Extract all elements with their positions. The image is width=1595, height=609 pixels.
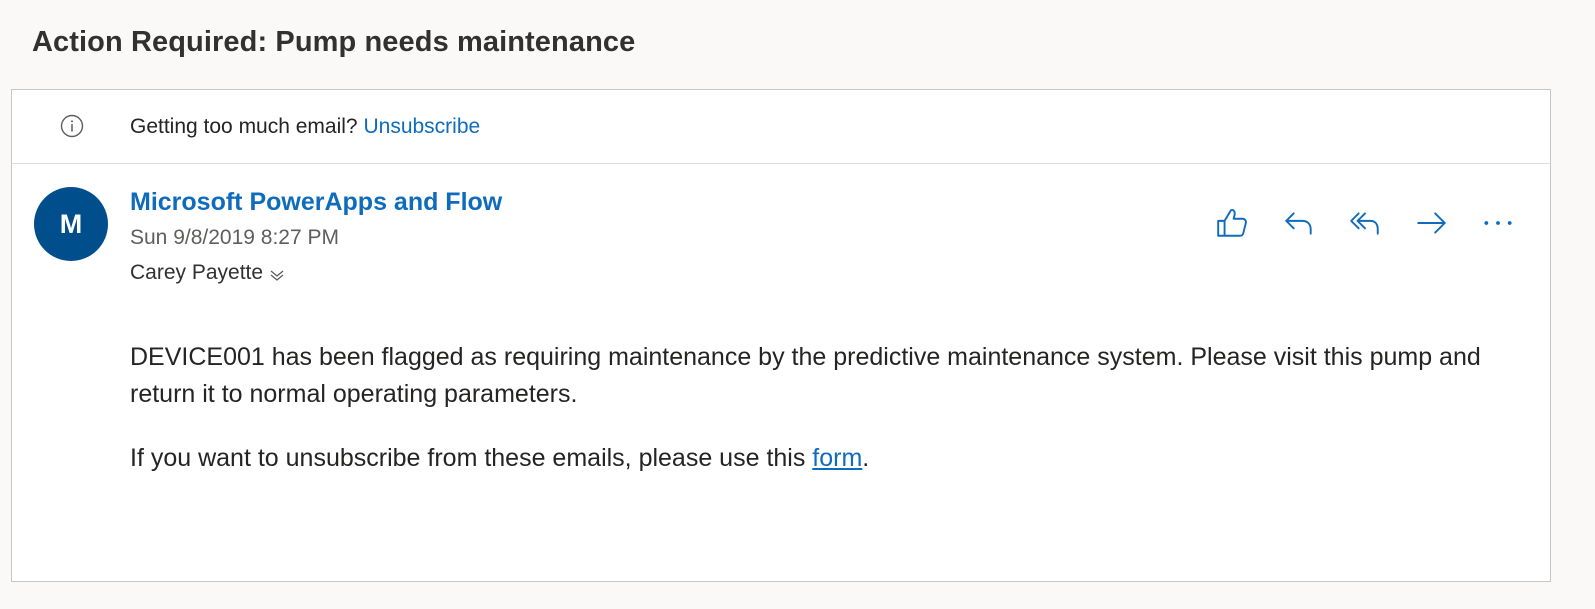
info-bar-message: Getting too much email? Unsubscribe bbox=[130, 115, 480, 139]
like-button[interactable] bbox=[1210, 201, 1254, 245]
recipient-toggle[interactable]: Carey Payette bbox=[130, 261, 285, 285]
reply-all-icon bbox=[1350, 212, 1379, 235]
recipient-name: Carey Payette bbox=[130, 261, 264, 284]
thumbs-up-icon bbox=[1217, 209, 1247, 237]
message-body: DEVICE001 has been flagged as requiring … bbox=[130, 339, 1490, 477]
unsubscribe-info-bar: Getting too much email? Unsubscribe bbox=[12, 90, 1550, 164]
sender-name[interactable]: Microsoft PowerApps and Flow bbox=[130, 188, 502, 217]
forward-icon bbox=[1416, 212, 1446, 234]
info-bar-text: Getting too much email? bbox=[130, 115, 358, 138]
info-icon bbox=[60, 114, 84, 138]
reply-icon bbox=[1284, 212, 1312, 235]
form-link[interactable]: form bbox=[812, 444, 862, 472]
message-card: Getting too much email? Unsubscribe M Mi… bbox=[11, 89, 1551, 582]
sentence-end: . bbox=[862, 444, 870, 472]
more-actions-button[interactable] bbox=[1476, 201, 1520, 245]
reply-all-button[interactable] bbox=[1343, 201, 1387, 245]
forward-button[interactable] bbox=[1410, 201, 1454, 245]
more-icon bbox=[1484, 221, 1512, 225]
message-actions bbox=[1210, 201, 1520, 245]
sent-date: Sun 9/8/2019 8:27 PM bbox=[130, 226, 339, 249]
body-paragraph: DEVICE001 has been flagged as requiring … bbox=[130, 343, 1481, 408]
body-paragraph-unsubscribe: If you want to unsubscribe from these em… bbox=[130, 440, 1490, 477]
email-subject: Action Required: Pump needs maintenance bbox=[32, 26, 636, 58]
expand-recipients-icon bbox=[269, 265, 285, 281]
sender-avatar[interactable]: M bbox=[34, 187, 108, 261]
reply-button[interactable] bbox=[1277, 201, 1321, 245]
unsubscribe-link[interactable]: Unsubscribe bbox=[363, 115, 480, 138]
unsubscribe-instruction: If you want to unsubscribe from these em… bbox=[130, 444, 813, 472]
